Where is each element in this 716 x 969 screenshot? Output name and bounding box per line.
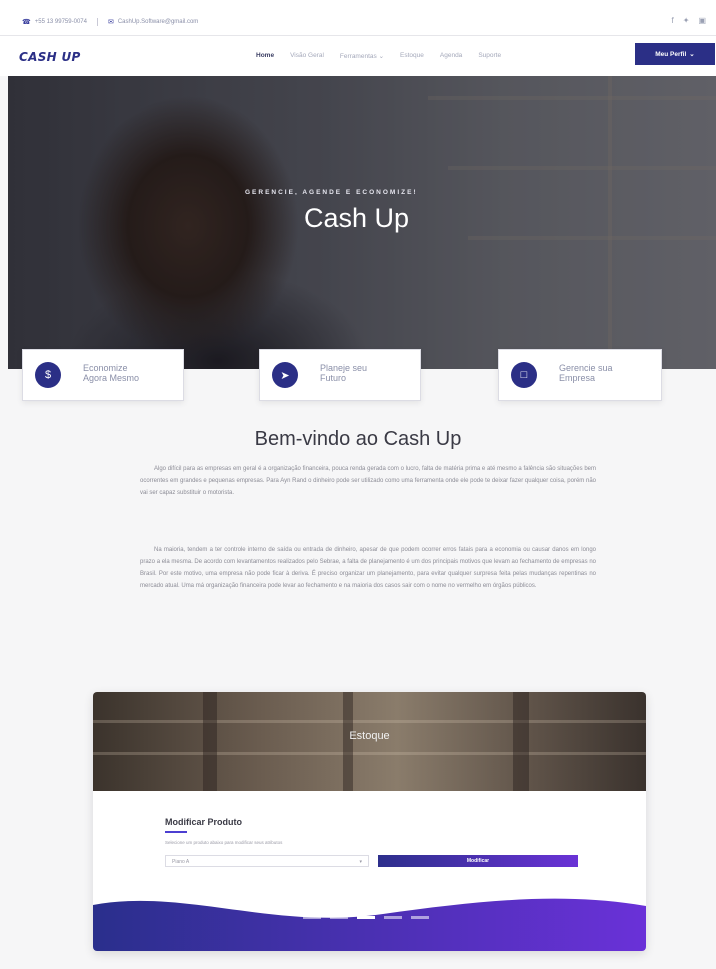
feature-label: Gerencie sua Empresa <box>559 363 613 383</box>
carousel-dot[interactable] <box>384 916 402 919</box>
profile-button[interactable]: Meu Perfil ⌄ <box>635 43 715 65</box>
welcome-title: Bem-vindo ao Cash Up <box>254 428 462 450</box>
mail-icon: ✉ <box>107 19 114 26</box>
carousel-dot[interactable] <box>411 916 429 919</box>
feature-label: Planeje seu Futuro <box>320 363 368 383</box>
feature-card-gerencie[interactable]: □ Gerencie sua Empresa <box>498 349 662 401</box>
money-icon: $ <box>35 362 61 388</box>
profile-label: Meu Perfil <box>655 50 687 58</box>
hero-title: Cash Up <box>304 203 410 233</box>
welcome-paragraph-1: Algo difícil para as empresas em geral é… <box>140 466 596 496</box>
nav-item-home[interactable]: Home <box>256 52 274 60</box>
feature-label: Economize Agora Mesmo <box>83 363 140 383</box>
feature-card-planeje[interactable]: ➤ Planeje seu Futuro <box>259 349 421 401</box>
carousel-indicators <box>303 916 429 919</box>
nav-item-ferramentas[interactable]: Ferramentas ⌄ <box>340 52 384 60</box>
feature-card-economize[interactable]: $ Economize Agora Mesmo <box>22 349 184 401</box>
phone-number[interactable]: +55 13 99759-0074 <box>35 19 87 25</box>
divider <box>96 18 98 26</box>
email-address[interactable]: CashUp.Software@gmail.com <box>118 19 198 25</box>
hero-eyebrow: GERENCIE, AGENDE E ECONOMIZE! <box>245 189 418 196</box>
carousel-dot-active[interactable] <box>357 916 375 919</box>
twitter-icon[interactable]: ✦ <box>683 16 690 25</box>
facebook-icon[interactable]: f <box>672 16 674 25</box>
send-icon: ➤ <box>272 362 298 388</box>
top-bar: ☎ +55 13 99759-0074 ✉ CashUp.Software@gm… <box>0 0 716 36</box>
chevron-down-icon: ⌄ <box>689 51 695 58</box>
wave-decoration <box>93 898 646 951</box>
logo[interactable]: CASH UP <box>19 50 81 64</box>
social-links: f ✦ ▣ <box>672 16 707 25</box>
nav-item-agenda[interactable]: Agenda <box>440 52 462 60</box>
calendar-icon: □ <box>511 362 537 388</box>
showcase-carousel: Estoque Modificar Produto Selecione um p… <box>93 692 646 951</box>
nav-item-label: Ferramentas <box>339 53 377 60</box>
nav-item-suporte[interactable]: Suporte <box>478 52 501 60</box>
contact-info: ☎ +55 13 99759-0074 ✉ CashUp.Software@gm… <box>22 18 198 26</box>
phone-icon: ☎ <box>22 19 31 26</box>
nav-menu: Home Visão Geral Ferramentas ⌄ Estoque A… <box>256 52 501 60</box>
instagram-icon[interactable]: ▣ <box>698 16 706 25</box>
nav-item-visao-geral[interactable]: Visão Geral <box>290 52 324 60</box>
welcome-paragraph-2: Na maioria, tendem a ter controle intern… <box>140 547 596 589</box>
carousel-dot[interactable] <box>330 916 348 919</box>
chevron-down-icon: ⌄ <box>378 53 385 60</box>
nav-item-estoque[interactable]: Estoque <box>400 52 424 60</box>
carousel-dot[interactable] <box>303 916 321 919</box>
